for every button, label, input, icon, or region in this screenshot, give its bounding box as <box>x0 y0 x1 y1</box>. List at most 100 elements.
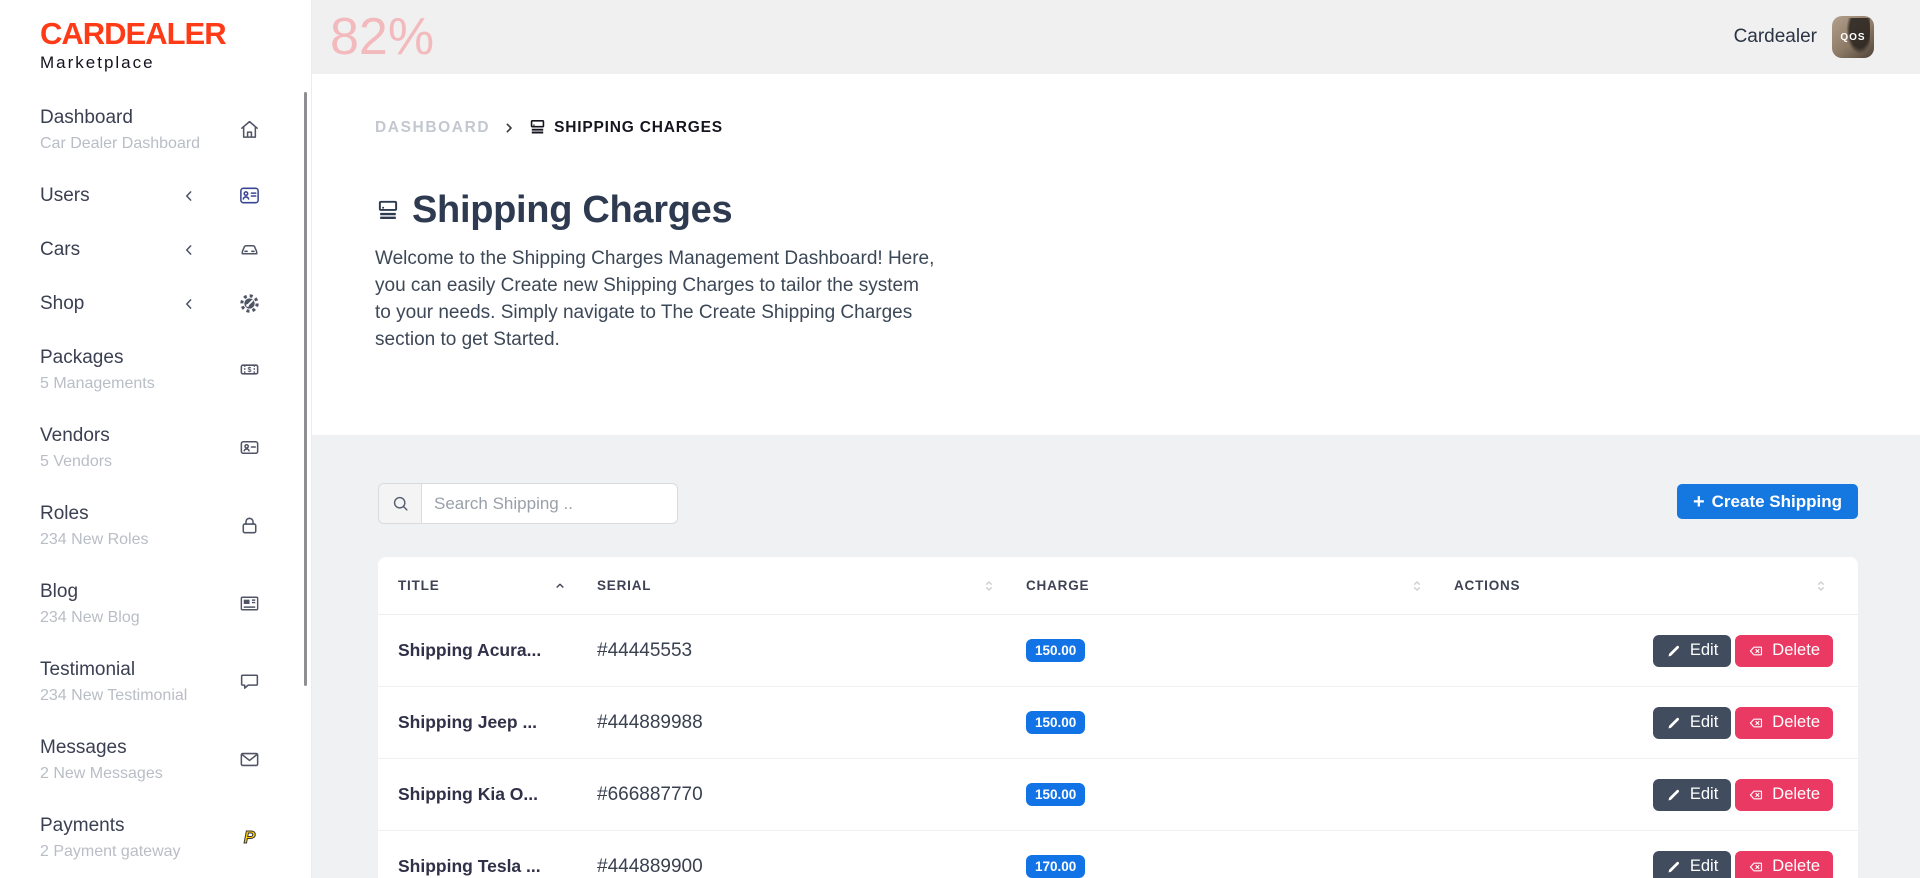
breadcrumb-dashboard-link[interactable]: DASHBOARD <box>375 119 490 137</box>
sort-both-icon[interactable] <box>982 579 996 593</box>
sort-both-icon[interactable] <box>1410 579 1424 593</box>
sidebar-item-dashboard[interactable]: Dashboard Car Dealer Dashboard <box>40 105 311 154</box>
sidebar-item-vendors[interactable]: Vendors 5 Vendors <box>40 423 311 472</box>
sidebar-item-blog[interactable]: Blog 234 New Blog <box>40 579 311 628</box>
create-shipping-label: Create Shipping <box>1711 491 1842 511</box>
gear-wrench-icon <box>238 292 261 315</box>
edit-button[interactable]: Edit <box>1652 706 1732 739</box>
column-header-charge[interactable]: CHARGE <box>1026 578 1454 593</box>
table-header-row: TITLE SERIAL CHARGE ACTIONS <box>378 557 1858 615</box>
charge-badge: 150.00 <box>1026 711 1086 734</box>
car-icon <box>238 238 261 261</box>
chevron-right-icon <box>501 120 517 136</box>
delete-button[interactable]: Delete <box>1735 850 1833 878</box>
sidebar-item-users[interactable]: Users <box>40 183 311 208</box>
row-charge: 170.00 <box>1026 855 1454 878</box>
delete-label: Delete <box>1772 713 1820 731</box>
backspace-icon <box>1750 718 1763 727</box>
sidebar-item-label: Roles <box>40 503 89 524</box>
sidebar-item-label: Testimonial <box>40 659 136 680</box>
create-shipping-button[interactable]: + Create Shipping <box>1676 484 1858 519</box>
sidebar-item-cars[interactable]: Cars <box>40 237 311 262</box>
sidebar-item-text: Testimonial 234 New Testimonial <box>40 657 238 706</box>
sidebar-item-messages[interactable]: Messages 2 New Messages <box>40 735 311 784</box>
pencil-icon <box>1668 861 1679 872</box>
sidebar-item-sublabel: 2 New Messages <box>40 765 163 782</box>
table-row: Shipping Jeep ... #444889988 150.00 Edit… <box>378 687 1858 759</box>
table-row: Shipping Kia O... #666887770 150.00 Edit… <box>378 759 1858 831</box>
sidebar-scrollbar[interactable] <box>304 92 307 686</box>
edit-button[interactable]: Edit <box>1652 634 1732 667</box>
charge-badge: 150.00 <box>1026 639 1086 662</box>
sidebar-item-shop[interactable]: Shop <box>40 291 311 316</box>
sort-asc-icon[interactable] <box>553 579 567 593</box>
backspace-icon <box>1750 790 1763 799</box>
row-actions: Edit Delete <box>1454 634 1858 667</box>
newspaper-icon <box>238 592 261 615</box>
chevron-left-icon <box>180 295 198 313</box>
row-title: Shipping Kia O... <box>398 784 538 804</box>
page-description: Welcome to the Shipping Charges Manageme… <box>375 248 935 350</box>
column-label: ACTIONS <box>1454 578 1521 593</box>
row-actions: Edit Delete <box>1454 850 1858 878</box>
edit-label: Edit <box>1689 857 1719 875</box>
sidebar-item-text: Users <box>40 183 180 208</box>
sidebar-item-sublabel: Car Dealer Dashboard <box>40 135 201 152</box>
edit-button[interactable]: Edit <box>1652 850 1732 878</box>
sidebar-item-text: Blog 234 New Blog <box>40 579 238 628</box>
sidebar-nav: Dashboard Car Dealer Dashboard Users Car… <box>40 105 311 878</box>
sidebar-item-label: Blog <box>40 581 79 602</box>
sidebar-item-label: Payments <box>40 815 125 836</box>
column-header-title[interactable]: TITLE <box>398 578 597 593</box>
edit-button[interactable]: Edit <box>1652 778 1732 811</box>
shipping-charges-table: TITLE SERIAL CHARGE ACTIONS Shipping Acu… <box>378 557 1858 878</box>
sidebar-item-payments[interactable]: Payments 2 Payment gateway P <box>40 813 311 862</box>
sidebar-item-text: Vendors 5 Vendors <box>40 423 238 472</box>
progress-indicator: 82% <box>330 8 435 66</box>
edit-label: Edit <box>1689 785 1719 803</box>
brand-logo[interactable]: CARDEALER Marketplace <box>40 17 311 73</box>
sidebar-item-testimonial[interactable]: Testimonial 234 New Testimonial <box>40 657 311 706</box>
avatar[interactable]: QOS <box>1832 16 1874 58</box>
badge-card-icon <box>238 436 261 459</box>
pencil-icon <box>1668 645 1679 656</box>
envelope-icon <box>238 748 261 771</box>
chat-bubble-icon <box>238 670 261 693</box>
row-serial: #44445553 <box>597 639 693 661</box>
delete-button[interactable]: Delete <box>1735 634 1833 667</box>
sidebar-item-roles[interactable]: Roles 234 New Roles <box>40 501 311 550</box>
charge-badge: 150.00 <box>1026 783 1086 806</box>
sidebar-item-sublabel: 234 New Roles <box>40 531 149 548</box>
ticket-icon: $ <box>238 358 261 381</box>
column-label: TITLE <box>398 578 440 593</box>
charge-badge: 170.00 <box>1026 855 1086 878</box>
sidebar-item-label: Messages <box>40 737 127 758</box>
sidebar-item-text: Messages 2 New Messages <box>40 735 238 784</box>
lock-icon <box>238 514 261 537</box>
row-charge: 150.00 <box>1026 639 1454 662</box>
sidebar-item-text: Roles 234 New Roles <box>40 501 238 550</box>
breadcrumb-current-label: SHIPPING CHARGES <box>554 118 723 136</box>
delete-button[interactable]: Delete <box>1735 778 1833 811</box>
app-window: CARDEALER Marketplace Dashboard Car Deal… <box>0 0 1920 878</box>
row-charge: 150.00 <box>1026 711 1454 734</box>
sidebar-item-packages[interactable]: Packages 5 Managements $ <box>40 345 311 394</box>
table-row: Shipping Tesla ... #444889900 170.00 Edi… <box>378 831 1858 878</box>
paypal-icon: P <box>238 826 261 849</box>
chevron-left-icon <box>180 187 198 205</box>
delete-button[interactable]: Delete <box>1735 706 1833 739</box>
sidebar-item-sublabel: 2 Payment gateway <box>40 843 181 860</box>
id-card-icon <box>238 184 261 207</box>
sidebar-item-sublabel: 234 New Testimonial <box>40 687 188 704</box>
user-name[interactable]: Cardealer <box>1734 26 1817 48</box>
column-label: SERIAL <box>597 578 652 593</box>
search-input[interactable] <box>421 483 678 524</box>
backspace-icon <box>1750 646 1763 655</box>
column-header-serial[interactable]: SERIAL <box>597 578 1026 593</box>
edit-label: Edit <box>1689 713 1719 731</box>
topbar: 82% Cardealer QOS <box>312 0 1920 74</box>
edit-label: Edit <box>1689 641 1719 659</box>
sidebar-item-sublabel: 5 Vendors <box>40 453 113 470</box>
column-header-actions[interactable]: ACTIONS <box>1454 578 1858 593</box>
sort-both-icon[interactable] <box>1814 579 1828 593</box>
